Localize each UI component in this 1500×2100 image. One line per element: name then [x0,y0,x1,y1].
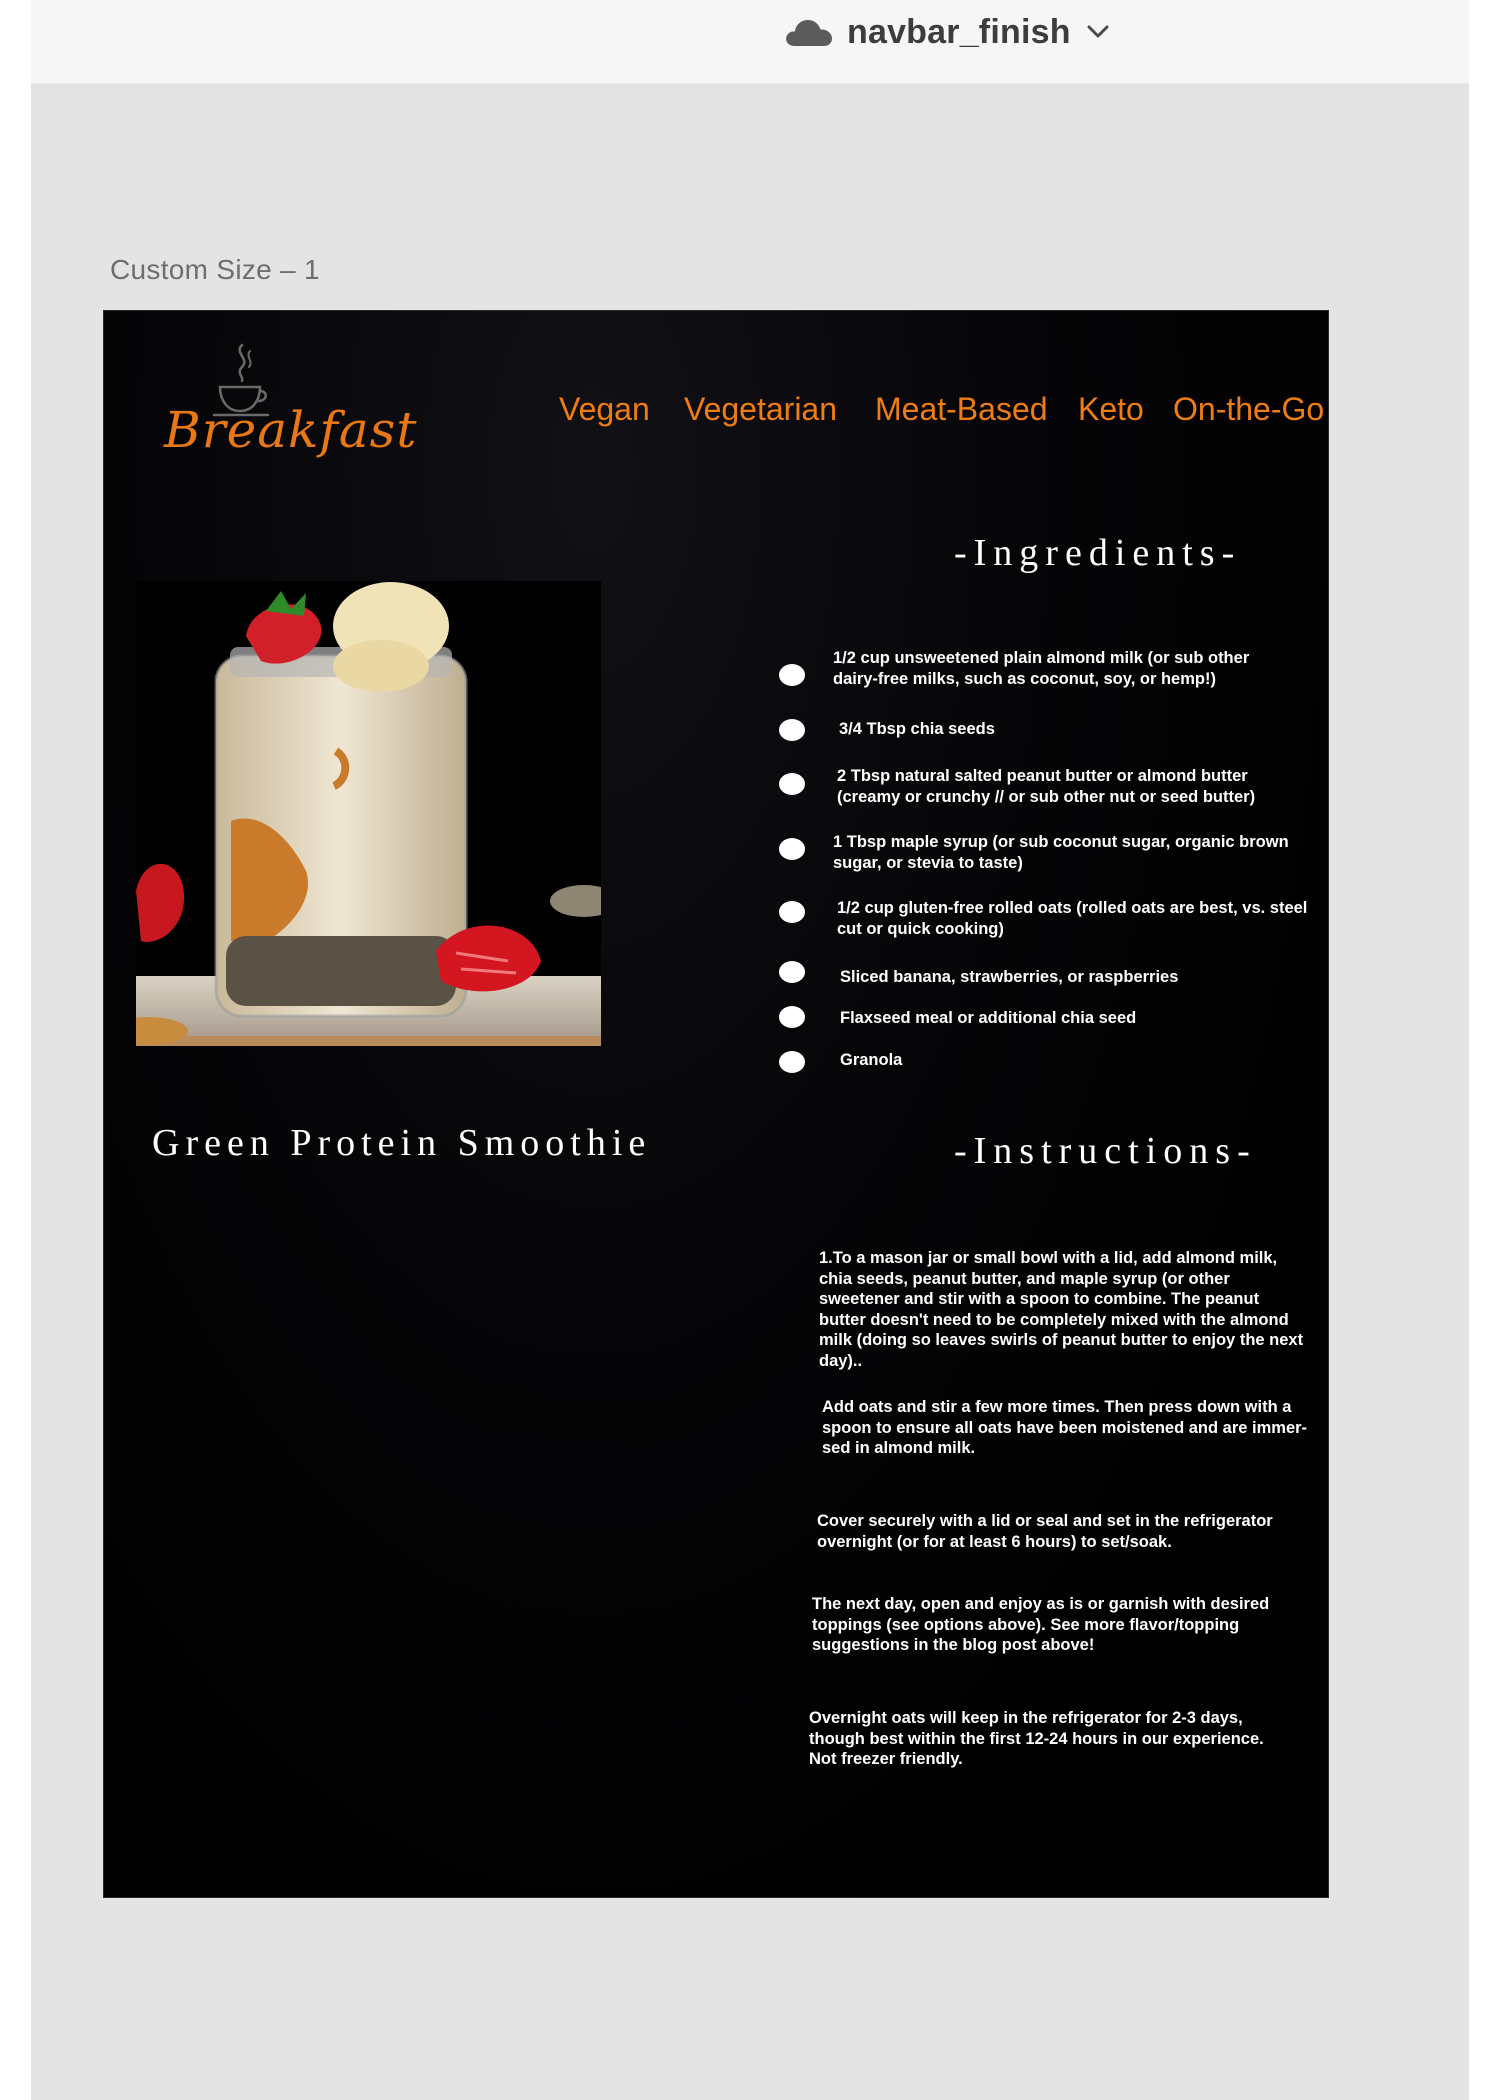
nav-item-vegetarian[interactable]: Vegetarian [684,391,837,428]
ingredient-text-4: 1 Tbsp maple syrup (or sub coconut sugar… [833,833,1289,872]
nav-item-on-the-go[interactable]: On-the-Go [1173,391,1324,428]
app-toolbar: navbar_finish [31,0,1469,84]
ingredient-text-7: Flaxseed meal or additional chia seed [840,1009,1137,1027]
ingredient-text-5: 1/2 cup gluten-free rolled oats (rolled … [837,899,1308,938]
nav-item-meat-based[interactable]: Meat-Based [875,391,1048,428]
ingredient-radio-3[interactable] [779,773,805,795]
ingredient-radio-8[interactable] [779,1051,805,1073]
ingredient-radio-2[interactable] [779,719,805,741]
ingredient-radio-4[interactable] [779,838,805,860]
overnight-oats-jar-image [136,581,601,1046]
ingredient-text-2: 3/4 Tbsp chia seeds [839,720,995,738]
nav-item-vegan[interactable]: Vegan [559,391,650,428]
main-navbar: Vegan Vegetarian Meat-Based Keto On-the-… [104,391,1328,431]
chevron-down-icon[interactable] [1087,25,1109,39]
ingredient-radio-5[interactable] [779,901,805,923]
cloud-icon [786,20,832,46]
artboard[interactable]: Breakfast Vegan Vegetarian Meat-Based Ke… [103,310,1329,1898]
ingredient-text-1: 1/2 cup unsweetened plain almond milk (o… [833,649,1250,688]
instruction-step-3: Cover securely with a lid or seal and se… [817,1512,1273,1551]
instructions-heading: -Instructions- [954,1130,1257,1172]
ingredient-radio-6[interactable] [779,961,805,983]
design-app-window: navbar_finish Custom Size – 1 Breakfast … [31,0,1469,2100]
ingredient-text-3: 2 Tbsp natural salted peanut butter or a… [837,767,1256,806]
artboard-label[interactable]: Custom Size – 1 [110,254,320,286]
ingredients-heading: -Ingredients- [954,532,1242,574]
jar-illustration [136,581,601,1046]
ingredient-text-8: Granola [840,1051,903,1069]
document-title-menu[interactable]: navbar_finish [785,10,1109,54]
instruction-step-4: The next day, open and enjoy as is or ga… [812,1595,1270,1654]
document-title: navbar_finish [847,12,1071,51]
instruction-step-2: Add oats and stir a few more times. Then… [822,1398,1308,1457]
recipe-title: Green Protein Smoothie [152,1122,652,1164]
instruction-step-1: 1.To a mason jar or small bowl with a li… [819,1249,1304,1370]
ingredient-radio-1[interactable] [779,664,805,686]
instruction-step-5: Overnight oats will keep in the refriger… [809,1709,1264,1768]
ingredient-radio-7[interactable] [779,1006,805,1028]
ingredient-text-6: Sliced banana, strawberries, or raspberr… [840,968,1179,986]
nav-item-keto[interactable]: Keto [1078,391,1144,428]
